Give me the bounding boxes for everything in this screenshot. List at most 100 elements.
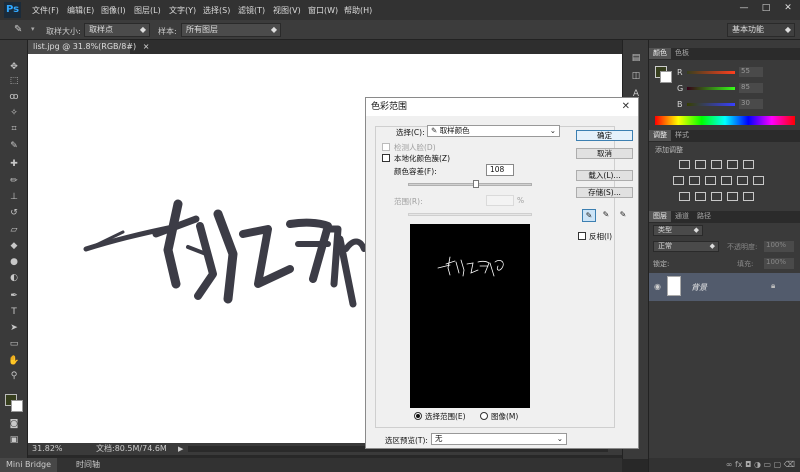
black-white-icon[interactable] xyxy=(705,176,716,185)
curves-icon[interactable] xyxy=(711,160,722,169)
selection-radio[interactable] xyxy=(414,412,422,420)
workspace-dropdown[interactable]: 基本功能 ◆ xyxy=(727,23,795,37)
gradient-map-icon[interactable] xyxy=(727,192,738,201)
menu-help[interactable]: 帮助(H) xyxy=(344,5,372,16)
visibility-eye-icon[interactable]: ◉ xyxy=(654,282,661,291)
add-mask-icon[interactable]: ◘ xyxy=(745,460,751,469)
opacity-field[interactable]: 100% xyxy=(764,241,794,252)
status-menu-arrow-icon[interactable]: ▶ xyxy=(178,443,183,455)
paths-tab[interactable]: 路径 xyxy=(693,211,715,222)
eyedropper-tool-icon[interactable]: ✎ xyxy=(6,140,22,152)
threshold-icon[interactable] xyxy=(711,192,722,201)
lasso-tool-icon[interactable]: ꝏ xyxy=(6,91,22,103)
marquee-tool-icon[interactable]: ⬚ xyxy=(6,75,22,87)
ok-button[interactable]: 确定 xyxy=(576,130,633,141)
swatches-tab[interactable]: 色板 xyxy=(671,48,693,59)
paint-bucket-tool-icon[interactable]: ◆ xyxy=(6,240,22,252)
menu-image[interactable]: 图像(I) xyxy=(101,5,126,16)
fx-icon[interactable]: fx xyxy=(735,460,743,469)
layer-row[interactable]: ◉ 背景 🔒︎ xyxy=(649,273,800,301)
load-button[interactable]: 载入(L)... xyxy=(576,170,633,181)
minimize-button[interactable]: — xyxy=(733,0,755,16)
levels-icon[interactable] xyxy=(695,160,706,169)
adjustments-tab[interactable]: 调整 xyxy=(649,130,671,141)
zoom-level[interactable]: 31.82% xyxy=(32,443,63,455)
color-tab[interactable]: 颜色 xyxy=(649,48,671,59)
channel-mixer-icon[interactable] xyxy=(737,176,748,185)
layer-name[interactable]: 背景 xyxy=(691,282,707,293)
fuzziness-slider-thumb[interactable] xyxy=(472,180,479,188)
properties-panel-icon[interactable]: ◫ xyxy=(628,70,644,82)
green-channel-slider[interactable] xyxy=(687,87,735,90)
timeline-tab[interactable]: 时间轴 xyxy=(76,458,100,472)
shape-tool-icon[interactable]: ▭ xyxy=(6,338,22,350)
new-layer-icon[interactable]: ▢ xyxy=(774,460,782,469)
image-radio[interactable] xyxy=(480,412,488,420)
new-adjustment-icon[interactable]: ◑ xyxy=(754,460,761,469)
history-brush-tool-icon[interactable]: ↺ xyxy=(6,207,22,219)
pen-tool-icon[interactable]: ✒ xyxy=(6,290,22,302)
zoom-tool-icon[interactable]: ⚲ xyxy=(6,370,22,382)
blue-channel-slider[interactable] xyxy=(687,103,735,106)
sample-dropdown[interactable]: 所有图层 ◆ xyxy=(181,23,281,37)
color-spectrum-bar[interactable] xyxy=(655,116,795,125)
selection-preview-dropdown[interactable]: 无 ⌄ xyxy=(431,433,567,445)
invert-checkbox[interactable] xyxy=(578,232,586,240)
range-field[interactable] xyxy=(486,195,514,206)
invert-icon[interactable] xyxy=(679,192,690,201)
healing-brush-tool-icon[interactable]: ✚ xyxy=(6,158,22,170)
eraser-tool-icon[interactable]: ▱ xyxy=(6,224,22,236)
add-to-sample-eyedropper-icon[interactable]: ✎ xyxy=(599,209,613,222)
history-panel-icon[interactable]: ▤ xyxy=(628,52,644,64)
cancel-button[interactable]: 取消 xyxy=(576,148,633,159)
selective-color-icon[interactable] xyxy=(743,192,754,201)
close-tab-icon[interactable]: × xyxy=(143,42,150,51)
quick-mask-icon[interactable]: ◙ xyxy=(6,418,22,430)
quick-select-tool-icon[interactable]: ✧ xyxy=(6,107,22,119)
green-channel-value[interactable]: 85 xyxy=(739,83,763,93)
subtract-from-sample-eyedropper-icon[interactable]: ✎ xyxy=(616,209,630,222)
blue-channel-value[interactable]: 30 xyxy=(739,99,763,109)
red-channel-value[interactable]: 55 xyxy=(739,67,763,77)
move-tool-icon[interactable]: ✥ xyxy=(6,61,22,73)
exposure-icon[interactable] xyxy=(727,160,738,169)
layers-tab[interactable]: 图层 xyxy=(649,211,671,222)
range-slider[interactable] xyxy=(408,213,532,216)
menu-window[interactable]: 窗口(W) xyxy=(308,5,338,16)
styles-tab[interactable]: 样式 xyxy=(671,130,693,141)
link-layers-icon[interactable]: ∞ xyxy=(726,460,733,469)
clone-stamp-tool-icon[interactable]: ⊥ xyxy=(6,191,22,203)
fuzziness-field[interactable]: 108 xyxy=(486,164,514,176)
dodge-tool-icon[interactable]: ◐ xyxy=(6,272,22,284)
channels-tab[interactable]: 通道 xyxy=(671,211,693,222)
select-dropdown[interactable]: ✎ 取样颜色 ⌄ xyxy=(427,125,560,137)
photo-filter-icon[interactable] xyxy=(721,176,732,185)
crop-tool-icon[interactable]: ⌗ xyxy=(6,123,22,135)
menu-layer[interactable]: 图层(L) xyxy=(134,5,161,16)
hand-tool-icon[interactable]: ✋ xyxy=(6,355,22,367)
color-balance-icon[interactable] xyxy=(689,176,700,185)
red-channel-slider[interactable] xyxy=(687,71,735,74)
type-tool-icon[interactable]: T xyxy=(6,306,22,318)
menu-type[interactable]: 文字(Y) xyxy=(169,5,196,16)
new-group-icon[interactable]: ▭ xyxy=(763,460,771,469)
menu-edit[interactable]: 编辑(E) xyxy=(67,5,94,16)
menu-select[interactable]: 选择(S) xyxy=(203,5,230,16)
menu-file[interactable]: 文件(F) xyxy=(32,5,59,16)
document-tab[interactable]: list.jpg @ 31.8%(RGB/8#) × xyxy=(28,40,149,54)
screen-mode-icon[interactable]: ▣ xyxy=(6,434,22,446)
localized-clusters-checkbox[interactable] xyxy=(382,154,390,162)
menu-view[interactable]: 视图(V) xyxy=(273,5,301,16)
tool-preset-arrow-icon[interactable]: ▾ xyxy=(31,25,35,33)
background-color-swatch[interactable] xyxy=(11,400,23,412)
path-select-tool-icon[interactable]: ➤ xyxy=(6,322,22,334)
layer-filter-dropdown[interactable]: 类型 ◆ xyxy=(653,225,703,236)
brush-tool-icon[interactable]: ✏ xyxy=(6,175,22,187)
color-panel-background-swatch[interactable] xyxy=(660,71,672,83)
sample-size-dropdown[interactable]: 取样点 ◆ xyxy=(84,23,150,37)
color-lookup-icon[interactable] xyxy=(753,176,764,185)
save-button[interactable]: 存储(S)... xyxy=(576,187,633,198)
brightness-icon[interactable] xyxy=(679,160,690,169)
mini-bridge-tab[interactable]: Mini Bridge xyxy=(0,458,58,472)
vibrance-icon[interactable] xyxy=(743,160,754,169)
